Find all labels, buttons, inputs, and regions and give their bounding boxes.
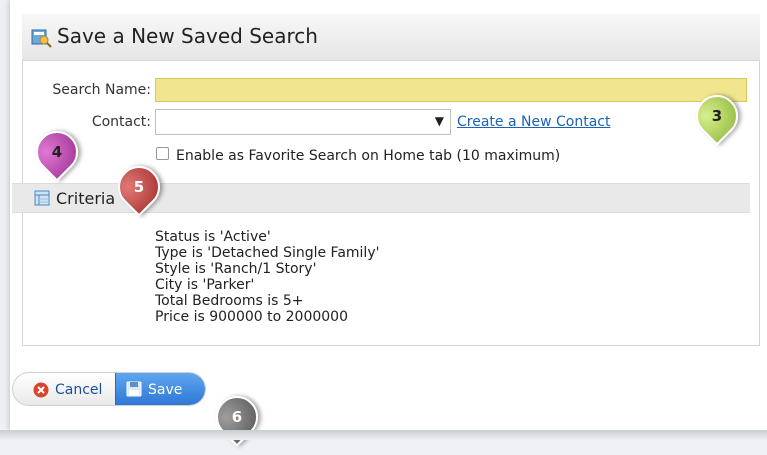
criteria-line: Style is 'Ranch/1 Story': [155, 261, 317, 277]
favorite-checkbox[interactable]: [156, 147, 169, 160]
criteria-icon: [34, 190, 50, 206]
contact-select[interactable]: ▼: [155, 109, 451, 135]
create-contact-link[interactable]: Create a New Contact: [457, 114, 610, 130]
save-search-dialog: Save a New Saved Search: [10, 0, 767, 430]
criteria-line: Total Bedrooms is 5+: [155, 293, 304, 309]
favorite-label: Enable as Favorite Search on Home tab (1…: [176, 148, 561, 164]
search-name-input[interactable]: [155, 78, 747, 102]
criteria-line: City is 'Parker': [155, 277, 255, 293]
dropdown-arrow-icon: ▼: [434, 114, 444, 128]
contact-label: Contact:: [91, 114, 151, 130]
criteria-line: Type is 'Detached Single Family': [155, 245, 380, 261]
cancel-icon: [33, 382, 49, 398]
cancel-button[interactable]: Cancel: [13, 373, 115, 405]
criteria-line: Status is 'Active': [155, 229, 271, 245]
criteria-line: Price is 900000 to 2000000: [155, 309, 348, 325]
save-disk-icon: [126, 381, 142, 397]
criteria-title: Criteria: [56, 189, 116, 208]
cancel-label: Cancel: [55, 382, 103, 398]
saved-search-icon: [31, 29, 52, 48]
save-label: Save: [148, 382, 183, 398]
dialog-title: Save a New Saved Search: [57, 24, 318, 48]
search-name-label: Search Name:: [52, 82, 151, 98]
criteria-list: Status is 'Active' Type is 'Detached Sin…: [155, 229, 379, 325]
button-bar: Cancel Save: [12, 372, 206, 406]
save-button[interactable]: Save: [115, 373, 205, 405]
dialog-header: Save a New Saved Search: [22, 14, 760, 61]
bottom-shadow: [0, 430, 767, 440]
